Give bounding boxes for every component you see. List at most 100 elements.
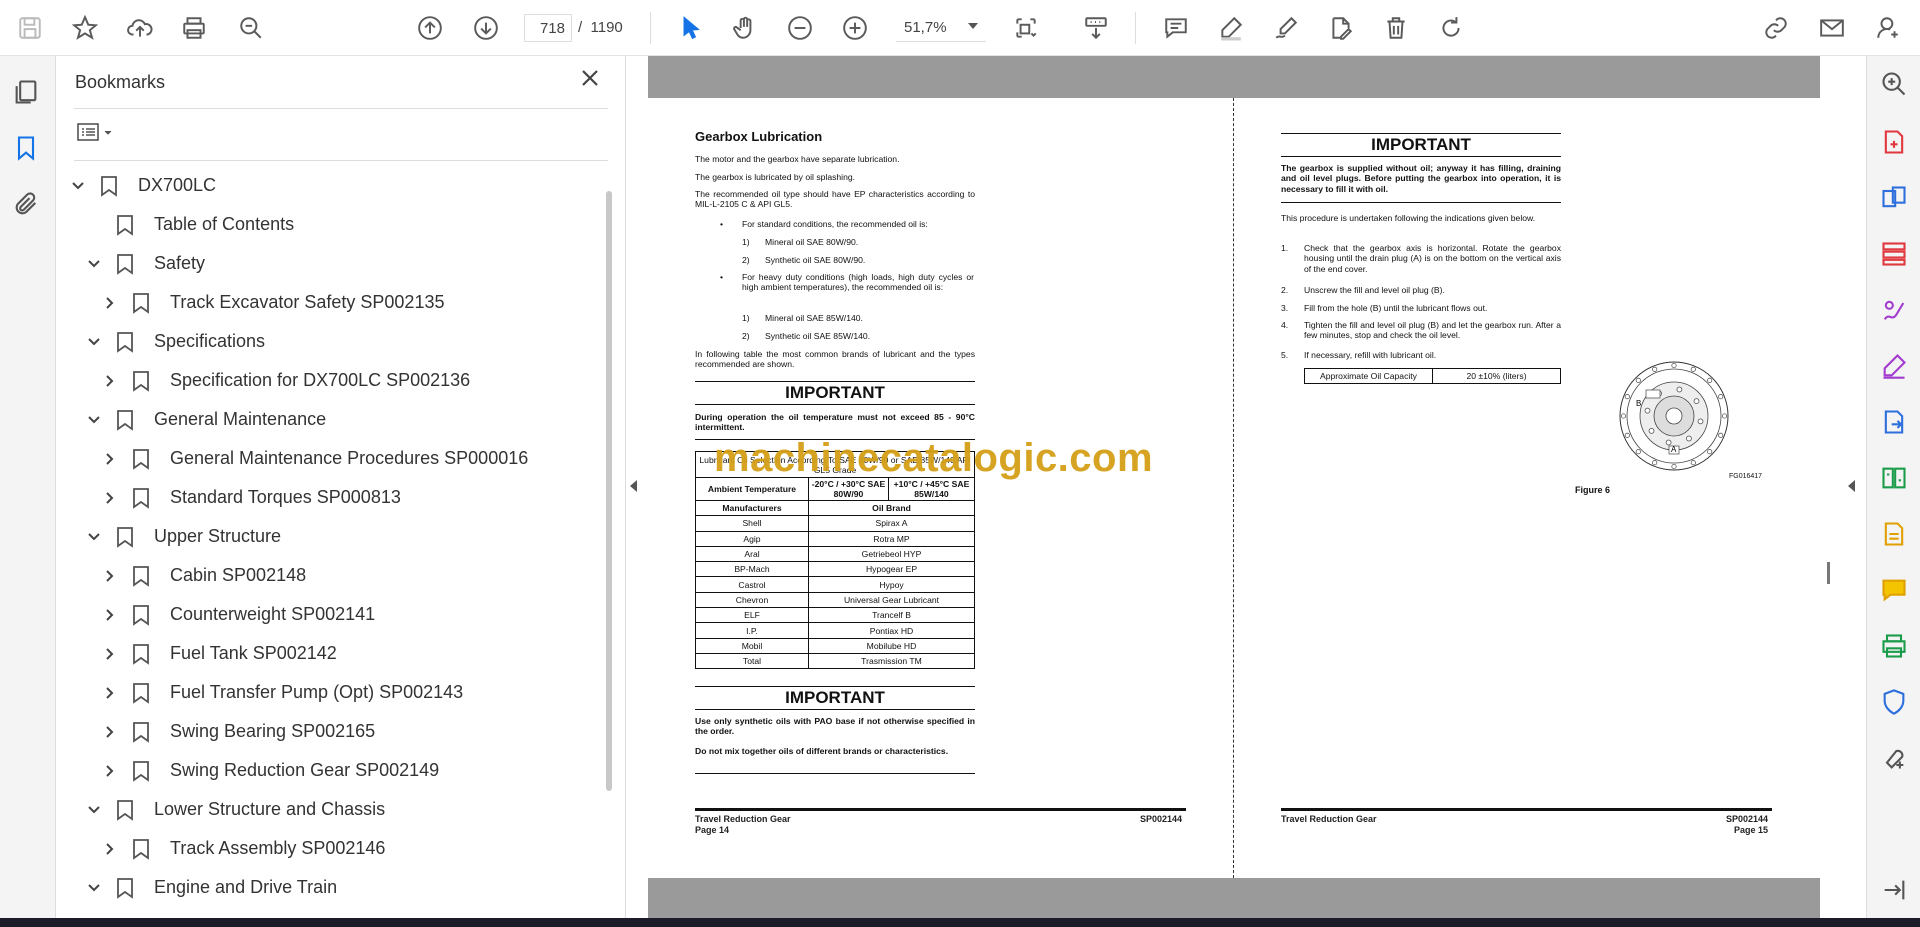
chevron-right-icon[interactable] (100, 722, 120, 742)
oil-brand-cell: Mobilube HD (808, 637, 975, 654)
share-link-icon[interactable] (1758, 10, 1794, 46)
select-tool-icon[interactable] (673, 10, 709, 46)
print-icon[interactable] (176, 10, 212, 46)
chevron-right-icon[interactable] (100, 605, 120, 625)
paragraph: The recommended oil type should have EP … (695, 189, 975, 210)
bookmark-options-button[interactable] (74, 118, 122, 150)
chevron-down-icon[interactable] (84, 254, 104, 274)
important-note: The gearbox is supplied without oil; any… (1281, 163, 1561, 194)
bookmark-item[interactable]: Fuel Tank SP002142 (100, 634, 337, 673)
chevron-right-icon[interactable] (100, 683, 120, 703)
expand-panel-icon[interactable] (1880, 876, 1910, 906)
save-icon[interactable] (12, 10, 48, 46)
bookmark-item[interactable]: Fuel Transfer Pump (Opt) SP002143 (100, 673, 463, 712)
comment-icon[interactable] (1158, 10, 1194, 46)
bookmark-item[interactable]: Counterweight SP002141 (100, 595, 375, 634)
bookmark-item[interactable]: Specifications (84, 322, 265, 361)
bolt-mark (1690, 366, 1696, 372)
bookmark-item[interactable]: Swing Bearing SP002165 (100, 712, 375, 751)
next-page-icon[interactable] (468, 10, 504, 46)
add-user-icon[interactable] (1870, 10, 1906, 46)
zoom-search-icon[interactable] (1880, 70, 1910, 100)
bookmark-item[interactable]: Cabin SP002148 (100, 556, 306, 595)
chevron-down-icon[interactable] (84, 410, 104, 430)
bookmark-flag-icon (132, 682, 150, 704)
document-scrollbar[interactable] (1827, 562, 1830, 584)
chevron-right-icon[interactable] (100, 449, 120, 469)
chevron-right-icon[interactable] (100, 761, 120, 781)
chevron-down-icon[interactable] (68, 176, 88, 196)
organize-pages-icon[interactable] (1880, 240, 1910, 270)
total-pages: 1190 (590, 19, 623, 36)
bookmark-item[interactable]: Upper Structure (84, 517, 281, 556)
table-header: Manufacturers (695, 499, 809, 517)
compare-files-icon[interactable] (1880, 464, 1910, 494)
page-fit-icon[interactable] (1008, 10, 1044, 46)
chevron-right-icon[interactable] (100, 839, 120, 859)
bookmarks-scrollbar[interactable] (606, 191, 612, 791)
close-panel-button[interactable] (578, 66, 608, 96)
draw-icon[interactable] (1268, 10, 1304, 46)
bookmark-item[interactable]: Table of Contents (84, 205, 294, 244)
export-pdf-icon[interactable] (1880, 408, 1910, 438)
protect-icon[interactable] (1880, 688, 1910, 718)
chevron-down-icon[interactable] (84, 527, 104, 547)
expand-right-panel-icon[interactable] (1848, 480, 1855, 492)
chevron-down-icon[interactable] (84, 332, 104, 352)
fill-sign-icon[interactable] (1880, 296, 1910, 326)
zoom-out-icon[interactable] (782, 10, 818, 46)
upload-icon[interactable] (122, 10, 158, 46)
bookmark-item[interactable]: Safety (84, 244, 205, 283)
chevron-right-icon[interactable] (100, 371, 120, 391)
chevron-right-icon[interactable] (100, 488, 120, 508)
page-thumbnails-icon[interactable] (12, 78, 44, 110)
email-icon[interactable] (1814, 10, 1850, 46)
highlight-icon[interactable] (1213, 10, 1249, 46)
print-production-icon[interactable] (1880, 632, 1910, 662)
chevron-right-icon[interactable] (100, 644, 120, 664)
bookmark-item[interactable]: Swing Reduction Gear SP002149 (100, 751, 439, 790)
more-tools-icon[interactable] (1880, 744, 1910, 774)
collapse-left-panel-icon[interactable] (630, 480, 637, 492)
attachment-icon[interactable] (12, 190, 44, 222)
scroll-mode-icon[interactable] (1078, 10, 1114, 46)
bookmark-item[interactable]: Lower Structure and Chassis (84, 790, 385, 829)
chevron-down-icon[interactable] (84, 878, 104, 898)
chevron-down-icon[interactable] (84, 800, 104, 820)
search-icon[interactable] (233, 10, 269, 46)
bookmark-item[interactable]: DX700LC (68, 166, 216, 205)
bullet-text: For standard conditions, the recommended… (742, 219, 928, 229)
chevron-right-icon[interactable] (100, 566, 120, 586)
star-icon[interactable] (67, 10, 103, 46)
bookmark-icon[interactable] (12, 134, 44, 166)
zoom-in-icon[interactable] (837, 10, 873, 46)
bookmark-item[interactable]: Track Excavator Safety SP002135 (100, 283, 444, 322)
bolt-mark (1620, 413, 1627, 419)
redo-icon[interactable] (1433, 10, 1469, 46)
create-pdf-icon[interactable] (1880, 128, 1910, 158)
comment-tool-icon[interactable] (1880, 576, 1910, 606)
bookmark-item[interactable]: General Maintenance (84, 400, 326, 439)
bookmark-item[interactable]: Standard Torques SP000813 (100, 478, 401, 517)
scan-ocr-icon[interactable] (1880, 520, 1910, 550)
previous-page-icon[interactable] (412, 10, 448, 46)
oil-brand-cell: Pontiax HD (808, 622, 975, 639)
combine-files-icon[interactable] (1880, 184, 1910, 214)
bolt-mark (1697, 418, 1704, 425)
chevron-right-icon[interactable] (100, 293, 120, 313)
delete-icon[interactable] (1378, 10, 1414, 46)
page-number-input[interactable]: 718 (524, 14, 572, 42)
bookmark-item[interactable]: Track Assembly SP002146 (100, 829, 385, 868)
zoom-level-select[interactable]: 51,7% (896, 14, 986, 42)
edit-pdf-icon[interactable] (1880, 352, 1910, 382)
page-gap (648, 56, 1820, 98)
bookmark-item[interactable]: Engine and Drive Train (84, 868, 337, 907)
list-number: 1) (742, 313, 750, 323)
hand-tool-icon[interactable] (727, 10, 763, 46)
bookmark-item[interactable]: Specification for DX700LC SP002136 (100, 361, 470, 400)
table-row: ELF Trancelf B (695, 607, 975, 624)
manufacturer-cell: Shell (695, 515, 809, 532)
edit-text-icon[interactable] (1323, 10, 1359, 46)
bookmark-item[interactable]: General Maintenance Procedures SP000016 (100, 439, 528, 478)
divider (74, 160, 608, 161)
